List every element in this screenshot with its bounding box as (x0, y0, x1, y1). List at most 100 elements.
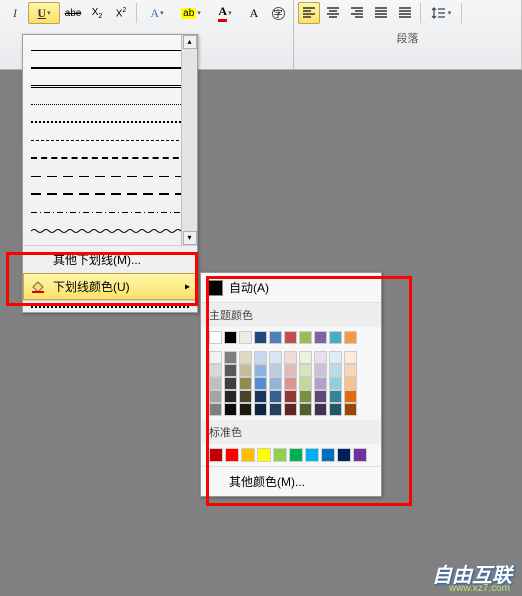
color-swatch[interactable] (284, 331, 297, 344)
color-swatch[interactable] (224, 331, 237, 344)
line-spacing-button[interactable]: ▾ (425, 2, 457, 24)
color-swatch[interactable] (224, 364, 237, 377)
color-swatch[interactable] (209, 331, 222, 344)
color-swatch[interactable] (329, 403, 342, 416)
superscript-button[interactable]: X2 (110, 2, 132, 24)
color-swatch[interactable] (241, 448, 255, 462)
color-swatch[interactable] (257, 448, 271, 462)
color-swatch[interactable] (321, 448, 335, 462)
fill-button[interactable] (466, 2, 488, 24)
color-swatch[interactable] (314, 403, 327, 416)
color-swatch[interactable] (269, 390, 282, 403)
color-swatch[interactable] (254, 351, 267, 364)
color-swatch[interactable] (299, 403, 312, 416)
color-swatch[interactable] (239, 351, 252, 364)
underline-style-dotted-thick[interactable] (31, 113, 189, 131)
color-swatch[interactable] (209, 403, 222, 416)
color-swatch[interactable] (329, 331, 342, 344)
align-left-button[interactable] (298, 2, 320, 24)
italic-button[interactable]: I (4, 2, 26, 24)
underline-style-dashed-thick[interactable] (31, 149, 189, 167)
strikethrough-button[interactable]: abe (62, 2, 84, 24)
color-swatch[interactable] (299, 331, 312, 344)
color-swatch[interactable] (269, 403, 282, 416)
color-swatch[interactable] (284, 403, 297, 416)
subscript-button[interactable]: X2 (86, 2, 108, 24)
color-swatch[interactable] (284, 351, 297, 364)
color-swatch[interactable] (273, 448, 287, 462)
color-swatch[interactable] (269, 377, 282, 390)
color-swatch[interactable] (314, 377, 327, 390)
color-swatch[interactable] (239, 331, 252, 344)
color-swatch[interactable] (329, 351, 342, 364)
color-swatch[interactable] (254, 331, 267, 344)
color-swatch[interactable] (344, 403, 357, 416)
scroll-down-button[interactable]: ▾ (183, 231, 197, 245)
underline-style-wave[interactable] (31, 221, 189, 239)
font-color-button[interactable]: A▾ (209, 2, 241, 24)
color-swatch[interactable] (254, 377, 267, 390)
color-swatch[interactable] (284, 390, 297, 403)
dropdown-scrollbar[interactable]: ▴ ▾ (181, 35, 197, 245)
color-swatch[interactable] (289, 448, 303, 462)
auto-color-item[interactable]: 自动(A) (201, 273, 381, 303)
color-swatch[interactable] (209, 390, 222, 403)
underline-style-dash-dot[interactable] (31, 203, 189, 221)
enclose-character-button[interactable]: 字 (267, 2, 289, 24)
color-swatch[interactable] (314, 331, 327, 344)
color-swatch[interactable] (329, 377, 342, 390)
color-swatch[interactable] (329, 364, 342, 377)
color-swatch[interactable] (284, 377, 297, 390)
color-swatch[interactable] (344, 364, 357, 377)
color-swatch[interactable] (344, 351, 357, 364)
color-swatch[interactable] (209, 377, 222, 390)
justify-button[interactable] (370, 2, 392, 24)
more-underlines-item[interactable]: 其他下划线(M)... (23, 245, 197, 273)
color-swatch[interactable] (209, 448, 223, 462)
color-swatch[interactable] (299, 364, 312, 377)
highlight-color-button[interactable]: ab▾ (175, 2, 207, 24)
color-swatch[interactable] (239, 364, 252, 377)
color-swatch[interactable] (299, 377, 312, 390)
underline-style-dotted[interactable] (31, 95, 189, 113)
color-swatch[interactable] (239, 403, 252, 416)
color-swatch[interactable] (224, 403, 237, 416)
color-swatch[interactable] (269, 351, 282, 364)
color-swatch[interactable] (239, 377, 252, 390)
color-swatch[interactable] (209, 364, 222, 377)
color-swatch[interactable] (239, 390, 252, 403)
underline-style-long-dash-thick[interactable] (31, 185, 189, 203)
distributed-button[interactable] (394, 2, 416, 24)
color-swatch[interactable] (225, 448, 239, 462)
color-swatch[interactable] (344, 377, 357, 390)
color-swatch[interactable] (284, 364, 297, 377)
color-swatch[interactable] (314, 364, 327, 377)
color-swatch[interactable] (209, 351, 222, 364)
underline-button[interactable]: U▾ (28, 2, 60, 24)
color-swatch[interactable] (314, 351, 327, 364)
color-swatch[interactable] (254, 403, 267, 416)
underline-style-long-dash[interactable] (31, 167, 189, 185)
align-center-button[interactable] (322, 2, 344, 24)
border-button[interactable] (490, 2, 512, 24)
scroll-up-button[interactable]: ▴ (183, 35, 197, 49)
color-swatch[interactable] (337, 448, 351, 462)
underline-style-single[interactable] (31, 41, 189, 59)
color-swatch[interactable] (224, 377, 237, 390)
color-swatch[interactable] (299, 390, 312, 403)
underline-style-thick[interactable] (31, 59, 189, 77)
color-swatch[interactable] (344, 390, 357, 403)
color-swatch[interactable] (305, 448, 319, 462)
character-scaling-button[interactable]: A (243, 2, 265, 24)
color-swatch[interactable] (314, 390, 327, 403)
underline-color-item[interactable]: 下划线颜色(U) ▸ (23, 273, 197, 300)
color-swatch[interactable] (344, 331, 357, 344)
font-color-outline-button[interactable]: A▾ (141, 2, 173, 24)
color-swatch[interactable] (329, 390, 342, 403)
color-swatch[interactable] (254, 390, 267, 403)
align-right-button[interactable] (346, 2, 368, 24)
color-swatch[interactable] (269, 364, 282, 377)
more-colors-item[interactable]: 其他颜色(M)... (201, 466, 381, 496)
color-swatch[interactable] (224, 390, 237, 403)
color-swatch[interactable] (299, 351, 312, 364)
